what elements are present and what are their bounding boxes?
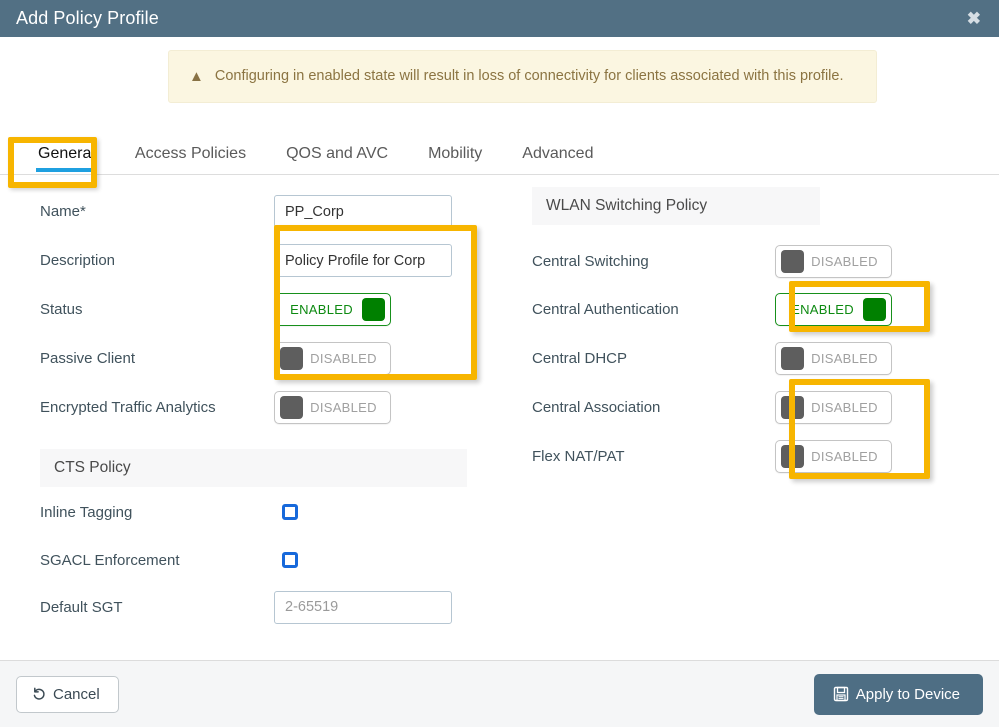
- label-encrypted-traffic-analytics: Encrypted Traffic Analytics: [40, 399, 216, 417]
- wlan-switching-policy-section-title: WLAN Switching Policy: [546, 197, 708, 215]
- tab-advanced[interactable]: Advanced: [502, 145, 613, 174]
- central-association-toggle-label: DISABLED: [811, 400, 878, 416]
- default-sgt-input[interactable]: [274, 590, 452, 624]
- row-status: Status ENABLED: [40, 285, 520, 334]
- row-name: Name*: [40, 187, 520, 236]
- dialog-titlebar: Add Policy Profile ✖: [0, 0, 999, 37]
- description-input[interactable]: [274, 244, 452, 278]
- status-toggle-label: ENABLED: [290, 302, 353, 318]
- name-input[interactable]: [274, 195, 452, 229]
- warning-banner-text: Configuring in enabled state will result…: [214, 68, 844, 84]
- tab-general-label: General: [38, 145, 95, 163]
- passive-client-toggle-label: DISABLED: [310, 351, 377, 367]
- warning-banner: ▲ Configuring in enabled state will resu…: [168, 50, 877, 104]
- dialog-body: ▲ Configuring in enabled state will resu…: [0, 37, 999, 660]
- label-central-dhcp: Central DHCP: [532, 350, 628, 368]
- warning-banner-wrap: ▲ Configuring in enabled state will resu…: [0, 37, 999, 104]
- row-default-sgt: Default SGT: [40, 583, 520, 631]
- label-central-switching: Central Switching: [532, 252, 649, 270]
- row-central-switching: Central Switching DISABLED: [532, 237, 990, 285]
- label-central-authentication: Central Authentication: [532, 301, 679, 319]
- label-name: Name*: [40, 203, 86, 221]
- undo-arrow-icon: [33, 687, 45, 700]
- central-dhcp-toggle-label: DISABLED: [811, 351, 878, 367]
- tab-general[interactable]: General: [18, 145, 115, 174]
- row-central-authentication: Central Authentication ENABLED: [532, 285, 990, 334]
- label-default-sgt: Default SGT: [40, 598, 123, 616]
- label-flex-nat-pat: Flex NAT/PAT: [532, 448, 625, 466]
- tab-access-policies-label: Access Policies: [134, 145, 247, 163]
- add-policy-profile-dialog: Add Policy Profile ✖ ▲ Configuring in en…: [0, 0, 999, 727]
- toggle-knob-icon: [781, 249, 804, 273]
- toggle-knob-icon: [781, 396, 804, 420]
- tab-bar: General Access Policies QOS and AVC Mobi…: [0, 131, 999, 189]
- cancel-button-label: Cancel: [53, 685, 100, 703]
- warning-triangle-icon: ▲: [189, 68, 204, 86]
- row-inline-tagging: Inline Tagging: [40, 487, 520, 537]
- row-sgacl-enforcement: SGACL Enforcement: [40, 537, 520, 583]
- form-columns: Name* Description Status: [0, 175, 999, 631]
- tab-mobility-label: Mobility: [428, 145, 483, 163]
- status-toggle[interactable]: ENABLED: [274, 293, 391, 327]
- sgacl-enforcement-checkbox[interactable]: [282, 552, 298, 569]
- toggle-knob-icon: [781, 445, 804, 469]
- encrypted-traffic-analytics-toggle[interactable]: DISABLED: [274, 391, 391, 425]
- row-passive-client: Passive Client DISABLED: [40, 334, 520, 383]
- toggle-knob-icon: [280, 396, 303, 420]
- save-disk-icon: [833, 686, 848, 702]
- row-flex-nat-pat: Flex NAT/PAT DISABLED: [532, 432, 990, 481]
- tab-qos-and-avc-label: QOS and AVC: [286, 145, 389, 163]
- central-association-toggle[interactable]: DISABLED: [775, 391, 892, 425]
- cts-policy-section-title: CTS Policy: [54, 459, 131, 477]
- central-switching-toggle[interactable]: DISABLED: [775, 244, 892, 278]
- row-central-association: Central Association DISABLED: [532, 383, 990, 432]
- passive-client-toggle[interactable]: DISABLED: [274, 342, 391, 376]
- encrypted-traffic-analytics-toggle-label: DISABLED: [310, 400, 377, 416]
- flex-nat-pat-toggle[interactable]: DISABLED: [775, 440, 892, 474]
- cts-policy-section-header: CTS Policy: [40, 449, 467, 488]
- toggle-knob-icon: [280, 347, 303, 371]
- toggle-knob-icon: [362, 298, 385, 322]
- toggle-knob-icon: [863, 298, 886, 322]
- dialog-footer: Cancel Apply to Device: [0, 660, 999, 727]
- apply-to-device-button[interactable]: Apply to Device: [813, 673, 983, 715]
- wlan-switching-policy-section-header: WLAN Switching Policy: [532, 187, 820, 226]
- apply-to-device-button-label: Apply to Device: [855, 685, 960, 703]
- page-title: Add Policy Profile: [16, 8, 159, 28]
- central-switching-toggle-label: DISABLED: [811, 253, 878, 269]
- tab-access-policies[interactable]: Access Policies: [115, 145, 266, 174]
- right-column: WLAN Switching Policy Central Switching …: [520, 175, 990, 631]
- tab-qos-and-avc[interactable]: QOS and AVC: [266, 145, 408, 174]
- cancel-button[interactable]: Cancel: [16, 675, 119, 713]
- row-description: Description: [40, 236, 520, 285]
- tab-advanced-label: Advanced: [522, 145, 594, 163]
- tab-active-underline: [36, 168, 97, 173]
- central-dhcp-toggle[interactable]: DISABLED: [775, 342, 892, 376]
- label-inline-tagging: Inline Tagging: [40, 503, 133, 521]
- central-authentication-toggle-label: ENABLED: [791, 302, 854, 318]
- row-central-dhcp: Central DHCP DISABLED: [532, 334, 990, 383]
- left-column: Name* Description Status: [0, 175, 520, 631]
- flex-nat-pat-toggle-label: DISABLED: [811, 449, 878, 465]
- toggle-knob-icon: [781, 347, 804, 371]
- label-description: Description: [40, 252, 116, 270]
- central-authentication-toggle[interactable]: ENABLED: [775, 293, 892, 327]
- label-passive-client: Passive Client: [40, 350, 136, 368]
- label-sgacl-enforcement: SGACL Enforcement: [40, 551, 180, 569]
- label-status: Status: [40, 301, 83, 319]
- close-icon[interactable]: ✖: [963, 8, 985, 29]
- tab-mobility[interactable]: Mobility: [408, 145, 502, 174]
- label-central-association: Central Association: [532, 399, 661, 417]
- row-encrypted-traffic-analytics: Encrypted Traffic Analytics DISABLED: [40, 383, 520, 432]
- inline-tagging-checkbox[interactable]: [282, 504, 298, 521]
